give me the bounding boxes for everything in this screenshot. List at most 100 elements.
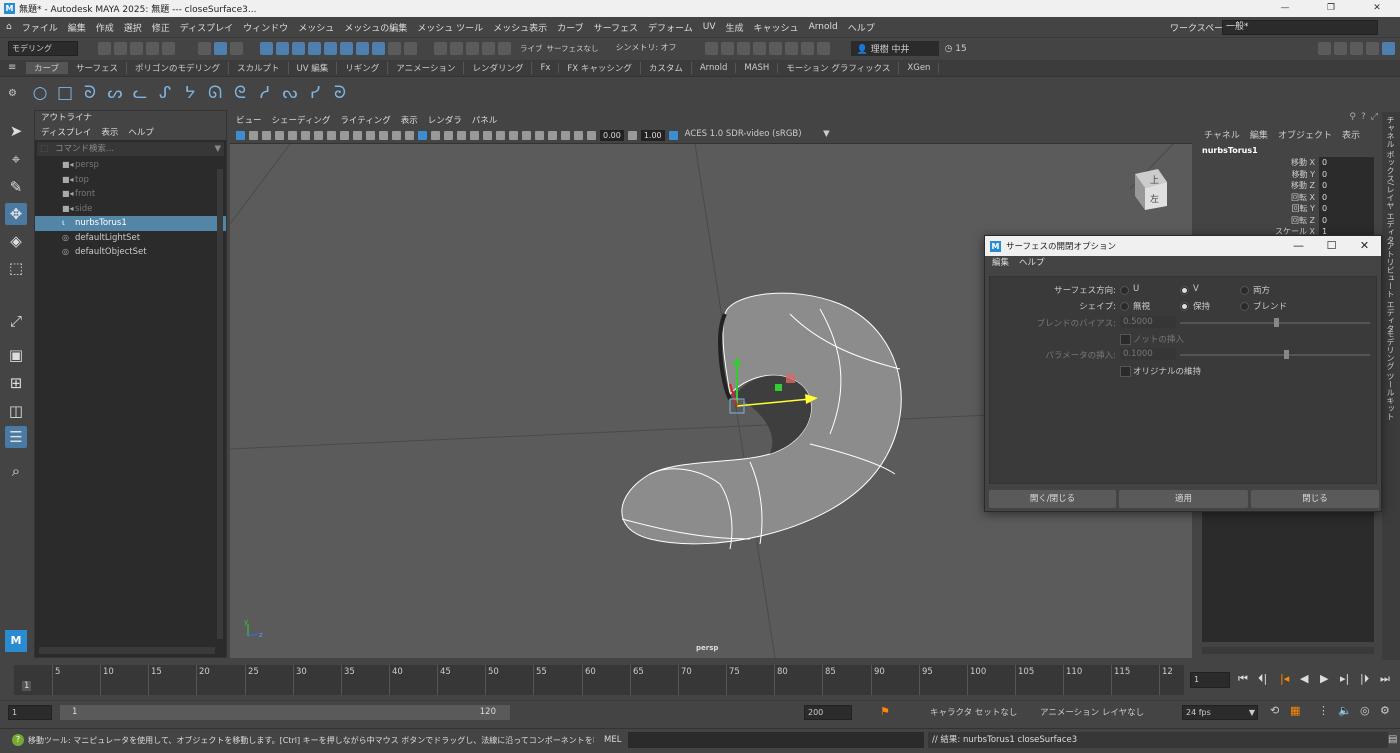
render-sequence-icon[interactable]	[768, 42, 782, 55]
range-slider[interactable]: 1 120	[60, 705, 510, 720]
menuset-dropdown[interactable]: モデリング	[8, 41, 78, 56]
shelf-tab-xgen[interactable]: XGen	[899, 63, 940, 73]
dialog-maximize-button[interactable]: ☐	[1315, 236, 1348, 256]
wireframe-icon[interactable]	[405, 130, 414, 140]
input-ops-icon[interactable]	[434, 42, 447, 55]
viewport-menu-panels[interactable]: パネル	[472, 114, 498, 126]
outliner-menu-help[interactable]: ヘルプ	[128, 126, 154, 140]
menu-create[interactable]: 作成	[96, 21, 114, 34]
close-dialog-button[interactable]: 閉じる	[1251, 490, 1379, 508]
cv-curve-icon[interactable]: ᔑ	[157, 83, 173, 103]
current-frame-field[interactable]: 1	[1190, 672, 1230, 688]
menu-edit-mesh[interactable]: メッシュの編集	[344, 21, 407, 34]
animation-end-field[interactable]: 200	[804, 705, 852, 720]
menu-cache[interactable]: キャッシュ	[754, 21, 799, 34]
outliner-item-defaultlightset[interactable]: ◎ defaultLightSet	[35, 231, 226, 246]
menu-mesh-tools[interactable]: メッシュ ツール	[417, 21, 483, 34]
outliner-search-input[interactable]: ⬚ コマンド検索... ▼	[37, 142, 224, 156]
direction-v-radio[interactable]: V	[1180, 284, 1199, 295]
shelf-tab-uv-editing[interactable]: UV 編集	[289, 62, 338, 74]
snap-surface-icon[interactable]	[324, 42, 337, 55]
backface-icon[interactable]	[574, 130, 583, 140]
side-tab-modeling-toolkit[interactable]: モデリング ツールキット	[1385, 330, 1396, 421]
move-tool-icon[interactable]: ✥	[5, 203, 27, 225]
grid-icon[interactable]	[314, 130, 323, 140]
outliner-layout-icon[interactable]: ☰	[5, 426, 27, 448]
exposure-field[interactable]: 0.00	[600, 129, 624, 141]
workspace-dropdown[interactable]: 一般*	[1222, 19, 1378, 35]
camera-attributes-icon[interactable]	[249, 130, 258, 140]
outliner-item-nurbstorus1[interactable]: ɩ nurbsTorus1	[35, 216, 226, 231]
keep-original-checkbox[interactable]: オリジナルの維持	[1120, 365, 1201, 377]
outliner-toggle-icon[interactable]	[1382, 42, 1395, 55]
step-back-key-icon[interactable]: |◂	[1280, 672, 1289, 685]
outliner-hscrollbar[interactable]	[39, 647, 215, 654]
help-icon[interactable]: ?	[12, 734, 24, 746]
outliner-menu-display[interactable]: ディスプレイ	[41, 126, 91, 140]
offset-curve-icon[interactable]: ᘒ	[332, 83, 348, 103]
motion-blur-icon[interactable]	[496, 130, 505, 140]
live-surface-value[interactable]: サーフェスなし	[547, 43, 599, 54]
arnold-render-icon[interactable]	[784, 42, 798, 55]
playback-options-icon[interactable]: ⋮	[1318, 704, 1329, 717]
outliner-item-defaultobjectset[interactable]: ◎ defaultObjectSet	[35, 245, 226, 260]
select-component-icon[interactable]	[230, 42, 243, 55]
anim-prefs-icon[interactable]: ⚙	[1380, 704, 1390, 717]
insert-param-slider[interactable]	[1180, 354, 1370, 356]
cb-attr-translate-x[interactable]: 移動 X 0	[1196, 157, 1382, 169]
snap-plane-icon[interactable]	[340, 42, 353, 55]
use-all-lights-icon[interactable]	[457, 130, 466, 140]
cb-attr-value[interactable]: 0	[1319, 180, 1374, 192]
search-icon[interactable]: ⌕	[5, 460, 27, 482]
step-forward-frame-icon[interactable]: |⏵	[1360, 672, 1369, 686]
channel-box-icon[interactable]	[1366, 42, 1379, 55]
go-to-end-icon[interactable]: ⏭	[1380, 672, 1390, 686]
shelf-tab-surfaces[interactable]: サーフェス	[68, 62, 127, 74]
shelf-tab-arnold[interactable]: Arnold	[692, 63, 737, 73]
shape-ignore-radio[interactable]: 無視	[1120, 300, 1150, 312]
menu-generate[interactable]: 生成	[726, 21, 744, 34]
shelf-tab-motion-graphics[interactable]: モーション グラフィックス	[778, 62, 900, 74]
rebuild-curve-icon[interactable]: ᔓ	[282, 83, 298, 103]
select-camera-icon[interactable]	[236, 130, 245, 140]
menu-display[interactable]: ディスプレイ	[180, 21, 233, 34]
cb-attr-rotate-z[interactable]: 回転 Z 0	[1196, 214, 1382, 226]
menu-uv[interactable]: UV	[703, 22, 716, 32]
undo-icon[interactable]	[146, 42, 159, 55]
xray-icon[interactable]	[548, 130, 557, 140]
shape-preserve-radio[interactable]: 保持	[1180, 300, 1210, 312]
shelf-tab-mash[interactable]: MASH	[736, 63, 779, 73]
outliner-menu-show[interactable]: 表示	[101, 126, 118, 140]
menu-edit[interactable]: 編集	[68, 21, 86, 34]
bookmark-icon[interactable]	[262, 130, 271, 140]
dialog-close-button[interactable]: ✕	[1348, 236, 1381, 256]
snap-together-icon[interactable]	[404, 42, 417, 55]
view-cube[interactable]: 上 左	[1135, 169, 1167, 210]
loop-icon[interactable]: ⟲	[1270, 704, 1279, 717]
cb-object-name[interactable]: nurbsTorus1	[1196, 144, 1382, 157]
ep-curve-icon[interactable]: ᘐ	[82, 83, 98, 103]
pencil-curve-icon[interactable]: ᔕ	[107, 83, 123, 103]
grease-pencil-icon[interactable]	[301, 130, 310, 140]
rig-icon[interactable]: ⚲	[1349, 112, 1356, 128]
gamma-field[interactable]: 1.00	[640, 129, 665, 141]
user-account[interactable]: 👤 理樹 中井	[850, 41, 939, 56]
render-frame-icon[interactable]	[720, 42, 734, 55]
lasso-tool-icon[interactable]: ⌖	[5, 148, 27, 170]
select-tool-icon[interactable]: ➤	[5, 120, 27, 142]
side-tab-attribute-editor[interactable]: アトリビュート エディタ	[1385, 242, 1396, 333]
command-input[interactable]	[628, 732, 924, 748]
circle-curve-icon[interactable]: ○	[32, 83, 48, 103]
scale-tool-icon[interactable]: ⬚	[5, 257, 27, 279]
viewport-menu-lighting[interactable]: ライティング	[340, 114, 390, 126]
shape-blend-radio[interactable]: ブレンド	[1240, 300, 1287, 312]
snap-point-icon[interactable]	[292, 42, 305, 55]
shelf-tab-rigging[interactable]: リギング	[337, 62, 389, 74]
cb-attr-value[interactable]: 0	[1319, 157, 1374, 169]
dialog-menu-help[interactable]: ヘルプ	[1019, 256, 1045, 271]
light-editor-icon[interactable]	[800, 42, 814, 55]
menu-deform[interactable]: デフォーム	[648, 21, 693, 34]
gamma-icon[interactable]	[627, 130, 637, 140]
shelf-tab-custom[interactable]: カスタム	[641, 62, 692, 74]
attribute-editor-icon[interactable]	[1334, 42, 1347, 55]
